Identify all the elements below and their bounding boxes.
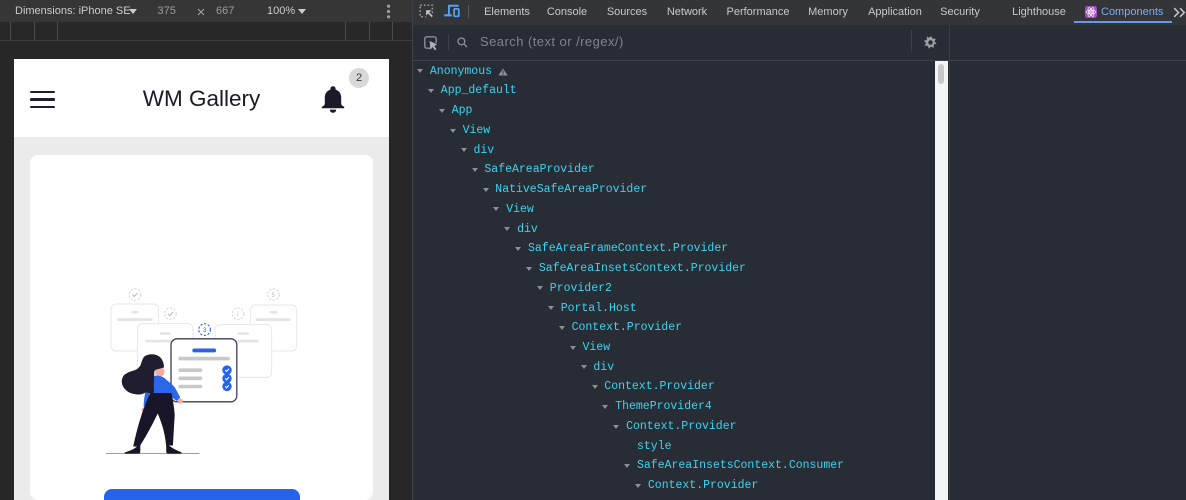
svg-text:5: 5 xyxy=(272,293,276,299)
svg-text:i: i xyxy=(237,312,238,318)
